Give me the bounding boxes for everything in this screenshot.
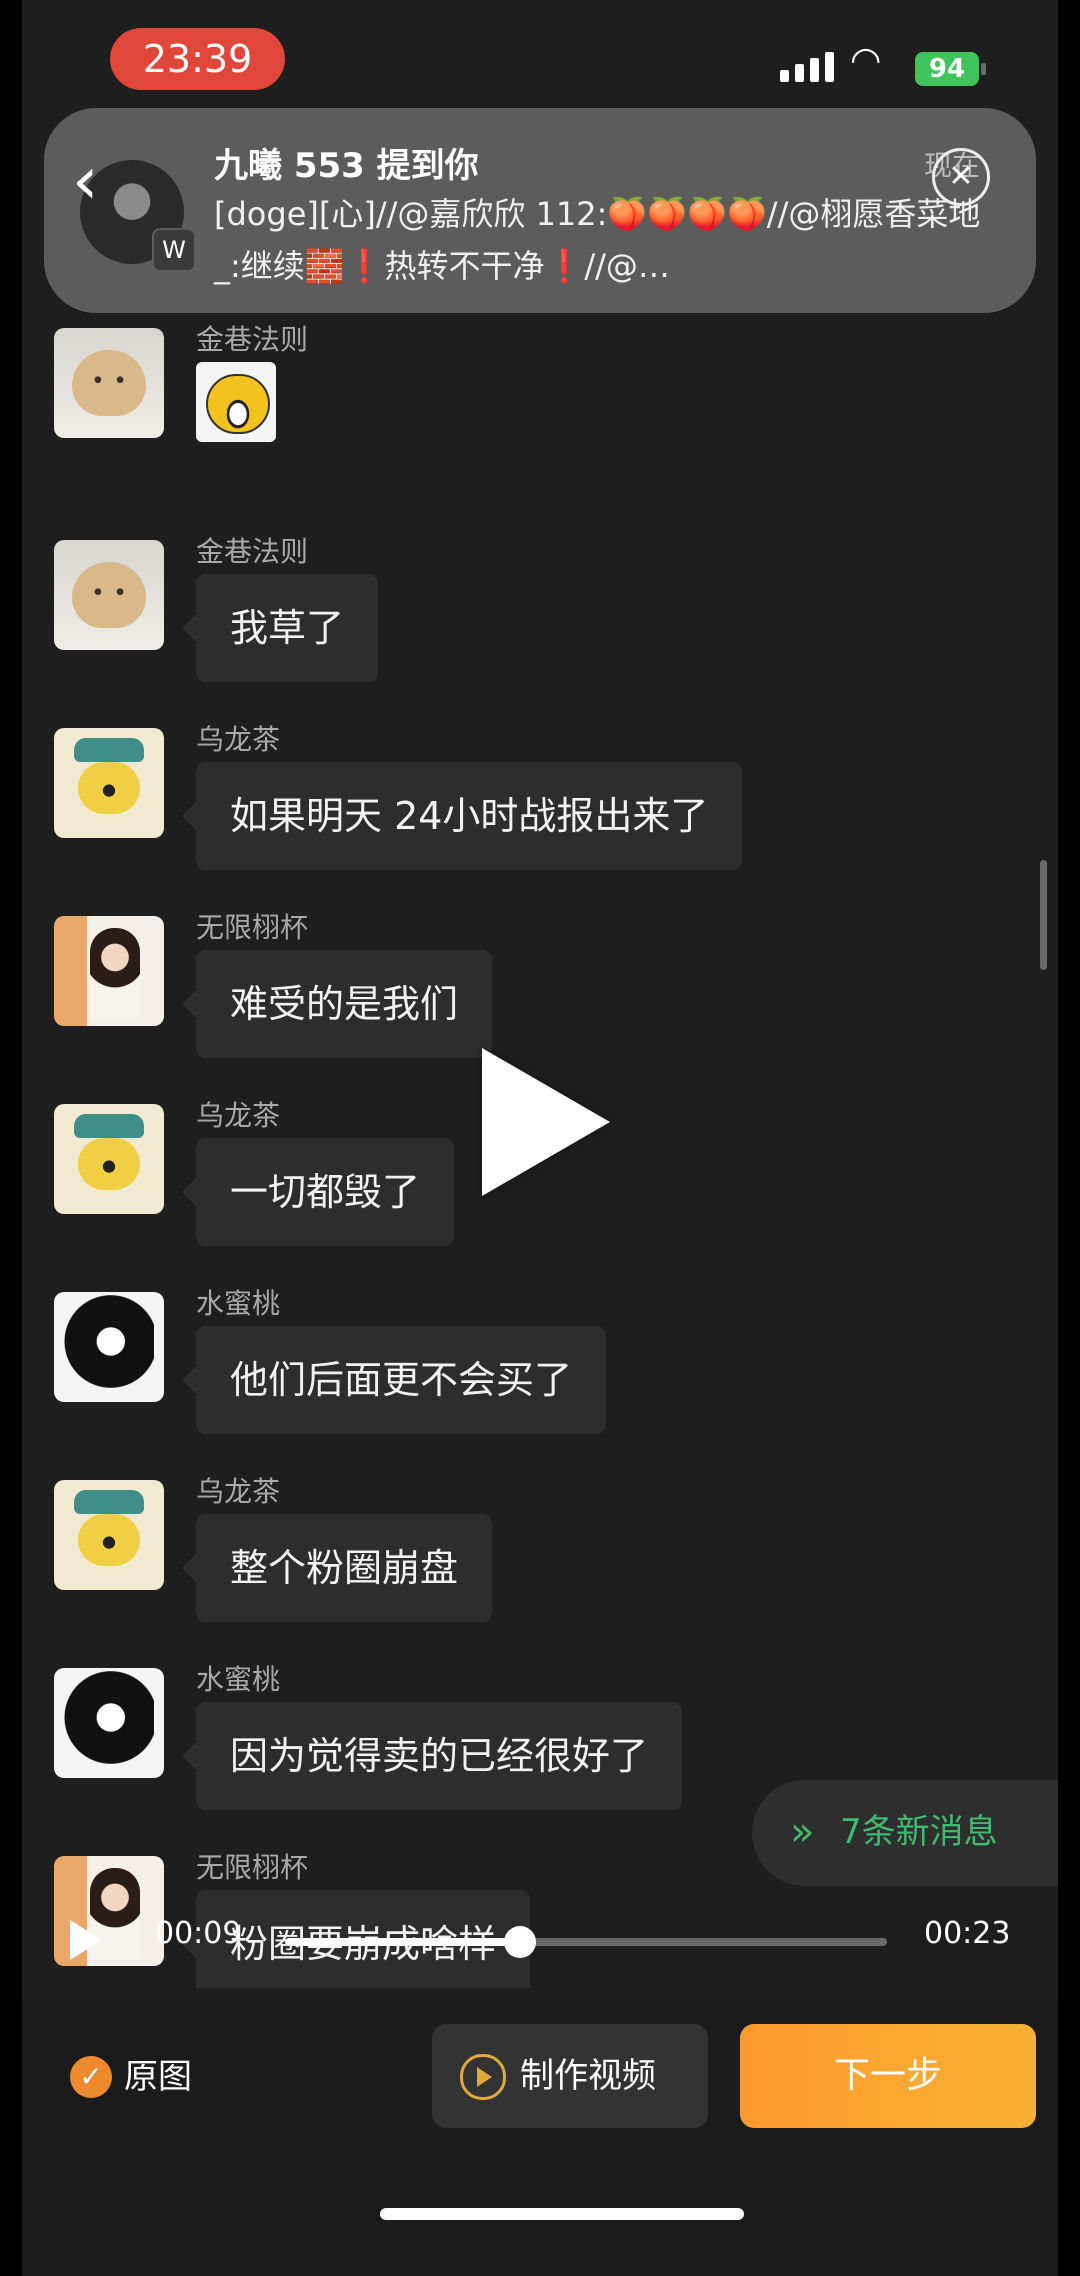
sender-name: 无限栩杯 — [196, 911, 309, 944]
message-bubble[interactable]: 一切都毁了 — [181, 1138, 455, 1246]
avatar[interactable] — [54, 540, 164, 650]
battery-indicator: 94 — [915, 52, 986, 86]
progress-knob[interactable] — [503, 1926, 536, 1958]
message-bubble[interactable]: 难受的是我们 — [181, 950, 493, 1058]
avatar[interactable] — [54, 1292, 164, 1402]
progress-fill — [285, 1938, 520, 1946]
sender-name: 乌龙茶 — [196, 1475, 281, 1508]
next-button[interactable]: 下一步 — [740, 2024, 1036, 2128]
message-bubble[interactable]: 他们后面更不会买了 — [181, 1326, 607, 1434]
current-time: 00:09 — [155, 1916, 242, 1951]
total-time: 00:23 — [924, 1916, 1011, 1951]
video-player-controls: 00:09 00:23 — [0, 1900, 1080, 1980]
make-video-button[interactable]: 制作视频 — [432, 2024, 708, 2128]
new-messages-label: 7条新消息 — [840, 1812, 998, 1852]
small-play-icon[interactable] — [70, 1920, 102, 1960]
avatar[interactable] — [54, 328, 164, 438]
avatar[interactable] — [54, 1668, 164, 1778]
home-indicator — [380, 2208, 744, 2220]
sender-name: 水蜜桃 — [196, 1287, 281, 1320]
status-time: 23:39 — [110, 28, 285, 90]
make-video-label: 制作视频 — [520, 2056, 656, 2096]
back-chevron-icon[interactable]: ‹ — [72, 148, 98, 214]
message-bubble[interactable]: 如果明天 24小时战报出来了 — [181, 762, 743, 870]
avatar[interactable] — [54, 916, 164, 1026]
sender-name: 水蜜桃 — [196, 1663, 281, 1696]
signal-icon — [780, 52, 834, 82]
scrollbar[interactable] — [1040, 860, 1047, 970]
new-messages-button[interactable]: » 7条新消息 — [752, 1780, 1058, 1886]
double-chevron-down-icon: » — [790, 1809, 815, 1855]
message-bubble[interactable]: 整个粉圈崩盘 — [181, 1514, 493, 1622]
checkmark-icon[interactable]: ✓ — [70, 2056, 112, 2098]
bottom-action-bar: ✓ 原图 制作视频 下一步 — [22, 2000, 1058, 2276]
sender-name: 金巷法则 — [196, 535, 309, 568]
sticker-image[interactable] — [196, 362, 276, 442]
notification-title: 九曦 553 提到你 — [214, 146, 479, 186]
notification-body: [doge][心]//@嘉欣欣 112:🍑🍑🍑🍑//@栩愿香菜地_:继续🧱❗热转… — [214, 195, 981, 285]
sender-name: 金巷法则 — [196, 323, 309, 356]
avatar[interactable] — [54, 728, 164, 838]
avatar[interactable] — [54, 1480, 164, 1590]
original-image-label[interactable]: 原图 — [124, 2052, 192, 2102]
play-icon[interactable] — [482, 1048, 610, 1196]
sender-name: 乌龙茶 — [196, 1099, 281, 1132]
avatar[interactable] — [54, 1104, 164, 1214]
message-bubble[interactable]: 因为觉得卖的已经很好了 — [181, 1702, 683, 1810]
sender-name: 无限栩杯 — [196, 1851, 309, 1884]
app-badge-icon: W — [152, 228, 196, 272]
message-bubble[interactable]: 我草了 — [181, 574, 379, 682]
progress-track[interactable] — [285, 1926, 887, 1958]
sender-name: 乌龙茶 — [196, 723, 281, 756]
mention-notification-banner[interactable]: W ‹ 九曦 553 提到你 现在 ✕ [doge][心]//@嘉欣欣 112:… — [44, 108, 1036, 313]
wifi-icon: ◠ — [850, 40, 882, 81]
play-circle-icon — [460, 2054, 506, 2100]
